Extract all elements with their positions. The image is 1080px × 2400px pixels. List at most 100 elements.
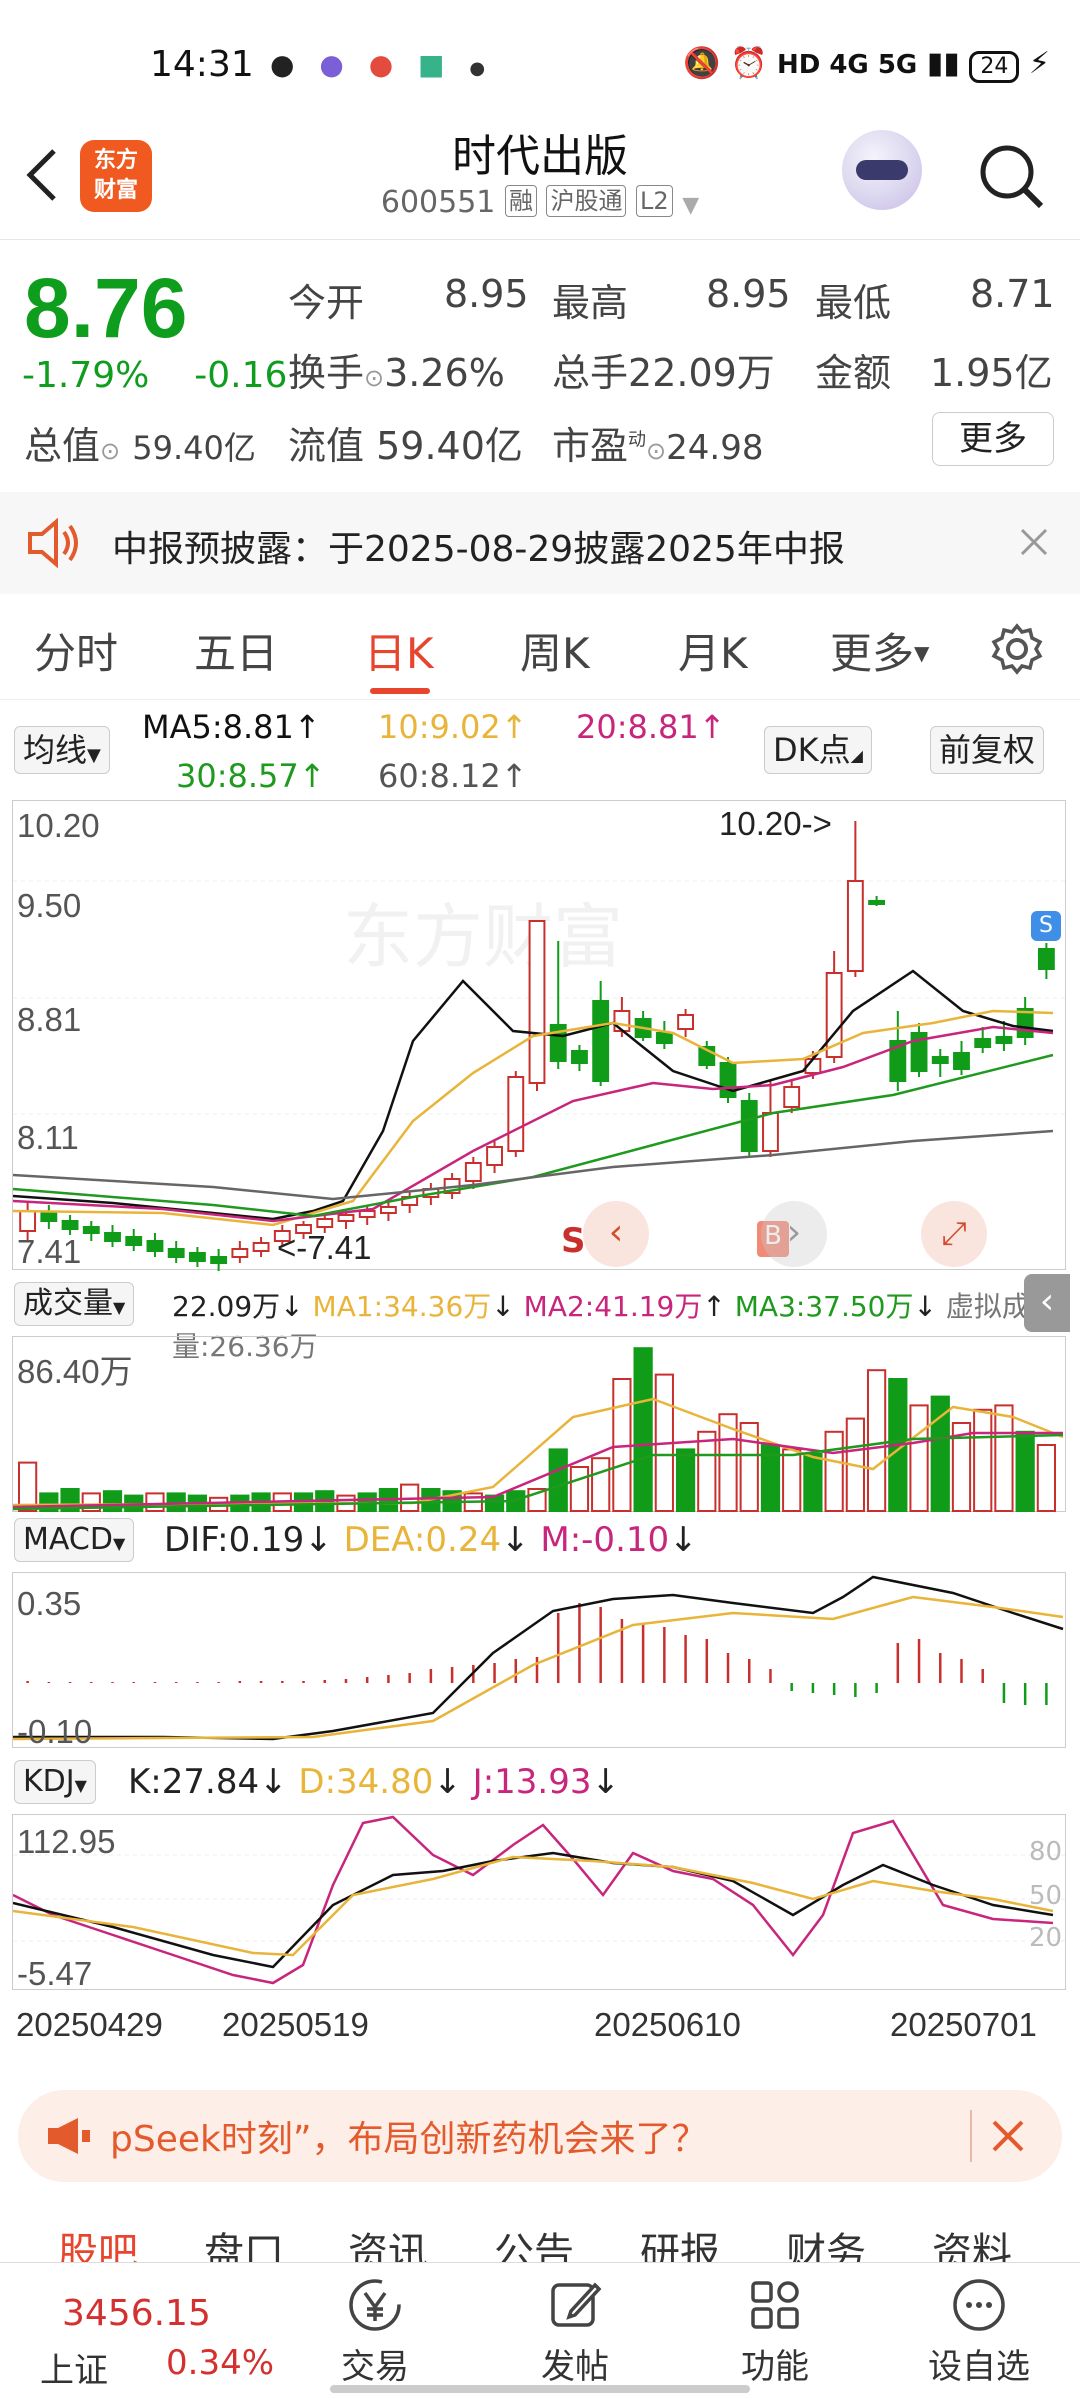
open-value: 8.95	[444, 272, 529, 316]
map-icon: ●	[368, 48, 402, 81]
change-abs: -0.16	[194, 355, 288, 396]
trade-button[interactable]: 交易	[300, 2263, 450, 2388]
macd-selector-button[interactable]: MACD▼	[14, 1518, 135, 1562]
tab-weekly-k[interactable]: 周K	[520, 620, 590, 681]
battery-icon: 24	[969, 51, 1020, 83]
ai-assistant-icon[interactable]	[842, 130, 922, 210]
y-label-3: 8.81	[17, 1001, 82, 1038]
adjust-mode-button[interactable]: 前复权	[930, 726, 1045, 774]
ma5-value: MA5:8.81↑	[142, 708, 321, 746]
dk-point-button[interactable]: DK点◢	[764, 726, 872, 774]
float-value: 流值 59.40亿	[288, 424, 523, 468]
functions-button[interactable]: 功能	[700, 2263, 850, 2388]
more-button[interactable]: 更多	[932, 412, 1054, 466]
turnover: 换手⊙3.26%	[288, 351, 505, 395]
edit-icon	[551, 2282, 602, 2327]
more-dot-icon: ●	[469, 58, 494, 79]
min-price-annotation: <-7.41	[277, 1229, 372, 1266]
stock-code-line: 600551 融 沪股通 L2 ▼	[0, 185, 1080, 220]
ad-text: pSeek时刻”，布局创新药机会来了？	[110, 2119, 708, 2160]
kdj-selector-button[interactable]: KDJ▼	[14, 1760, 96, 1804]
info-icon[interactable]: ⊙	[646, 437, 666, 465]
add-watchlist-button[interactable]: 设自选	[904, 2263, 1054, 2388]
back-arrow-icon[interactable]	[22, 145, 62, 205]
index-change: 0.34%	[166, 2343, 275, 2383]
notification-icons: ● ● ● ■ ●	[270, 48, 493, 81]
tab-monthly-k[interactable]: 月K	[678, 620, 748, 681]
expand-icon[interactable]: ⤢	[921, 1201, 987, 1267]
grid-icon	[751, 2281, 799, 2329]
notice-text: 中报预披露：于2025-08-29披露2025年中报	[112, 529, 845, 570]
y-label-bottom: 7.41	[17, 1233, 82, 1270]
macd-canvas	[13, 1575, 1064, 1741]
active-tab-indicator	[370, 688, 430, 694]
wechat-icon: ●	[270, 48, 303, 81]
sell-marker[interactable]: S	[561, 1221, 586, 1261]
bottom-bar: 3456.15 上证 0.34% 交易 发帖 功能 设自选	[0, 2262, 1080, 2400]
tab-more[interactable]: 更多▼	[830, 620, 929, 681]
kdj-level-50: 50	[1029, 1881, 1063, 1911]
tab-intraday[interactable]: 分时	[34, 620, 118, 681]
high-value: 8.95	[706, 272, 791, 316]
date-label-3: 20250610	[594, 2006, 741, 2043]
search-icon[interactable]	[975, 140, 1047, 212]
stock-header: 时代出版 600551 融 沪股通 L2 ▼ 东方 财富	[0, 115, 1080, 240]
speaker-icon	[28, 518, 78, 568]
volume-selector-button[interactable]: 成交量▼	[14, 1282, 135, 1326]
app-icon: ●	[319, 48, 352, 81]
date-label-4: 20250701	[890, 2006, 1037, 2043]
quote-panel: 8.76 -1.79% -0.16 总值⊙ 59.40亿 今开 8.95 最高 …	[0, 240, 1080, 490]
volume-y-label: 86.40万	[17, 1353, 133, 1390]
kdj-level-20: 20	[1029, 1923, 1063, 1953]
ma20-value: 20:8.81↑	[576, 708, 726, 746]
chart-period-tabs: 分时 五日 日K 周K 月K 更多▼	[0, 600, 1080, 700]
info-icon[interactable]: ⊙	[100, 437, 120, 465]
kline-chart[interactable]: 东方财富 10.20 9.50 8.81 8.11 7.41 10.20-> <…	[12, 800, 1067, 1271]
ma-selector-button[interactable]: 均线▼	[14, 726, 110, 774]
ma30-value: 30:8.57↑	[176, 757, 326, 795]
content-tabs: 股吧 盘口 资讯 公告 研报 财务 资料	[0, 2210, 1080, 2270]
y-label-4: 8.11	[17, 1119, 79, 1156]
price-change: -1.79% -0.16	[22, 355, 287, 396]
ad-banner[interactable]: pSeek时刻”，布局创新药机会来了？	[18, 2090, 1062, 2182]
amount-label: 金额	[815, 351, 892, 395]
kdj-legend: K:27.84↓ D:34.80↓ J:13.93↓	[128, 1762, 620, 1802]
last-price: 8.76	[24, 261, 188, 355]
mute-icon: 🔕	[683, 46, 721, 81]
macd-legend: DIF:0.19↓ DEA:0.24↓ M:-0.10↓	[164, 1520, 698, 1560]
tab-daily-k[interactable]: 日K	[364, 620, 434, 681]
volume-canvas	[13, 1347, 1064, 1513]
notice-bar[interactable]: 中报预披露：于2025-08-29披露2025年中报	[0, 492, 1080, 594]
low-value: 8.71	[970, 272, 1055, 316]
close-ad-icon[interactable]	[990, 2118, 1026, 2154]
charging-icon: ⚡	[1028, 46, 1050, 81]
index-value[interactable]: 3456.15	[62, 2293, 211, 2334]
max-price-annotation: 10.20->	[719, 805, 832, 842]
open-label: 今开	[288, 281, 365, 325]
home-indicator	[330, 2385, 750, 2393]
post-button[interactable]: 发帖	[500, 2263, 650, 2388]
change-pct: -1.79%	[22, 355, 150, 396]
y-label-top: 10.20	[17, 807, 100, 844]
scroll-right-icon[interactable]: ›	[761, 1201, 827, 1267]
kdj-canvas	[13, 1815, 1067, 1985]
s-badge[interactable]: S	[1031, 911, 1061, 941]
scroll-left-icon[interactable]: ‹	[583, 1201, 649, 1267]
kline-canvas: 东方财富	[13, 821, 1067, 1271]
settings-gear-icon[interactable]	[990, 622, 1044, 676]
chat-dots-icon	[953, 2279, 1005, 2331]
index-name: 上证	[40, 2351, 108, 2391]
volume-chart[interactable]: 86.40万	[12, 1336, 1066, 1513]
watermark: 东方财富	[343, 896, 623, 978]
eastmoney-logo[interactable]: 东方 财富	[80, 140, 152, 212]
info-icon[interactable]: ⊙	[364, 364, 384, 392]
close-icon[interactable]	[1018, 526, 1050, 558]
kdj-chart[interactable]: 112.95 -5.47 80 50 20	[12, 1814, 1067, 1992]
collapse-panel-icon[interactable]: ‹	[1024, 1274, 1070, 1332]
kdj-level-80: 80	[1029, 1837, 1063, 1867]
tab-five-day[interactable]: 五日	[194, 620, 278, 681]
macd-chart[interactable]: 0.35 -0.10	[12, 1572, 1066, 1750]
signal-icon: ▮▮	[926, 46, 960, 81]
amount-value: 1.95亿	[930, 351, 1053, 395]
dropdown-icon[interactable]: ▼	[682, 193, 699, 218]
